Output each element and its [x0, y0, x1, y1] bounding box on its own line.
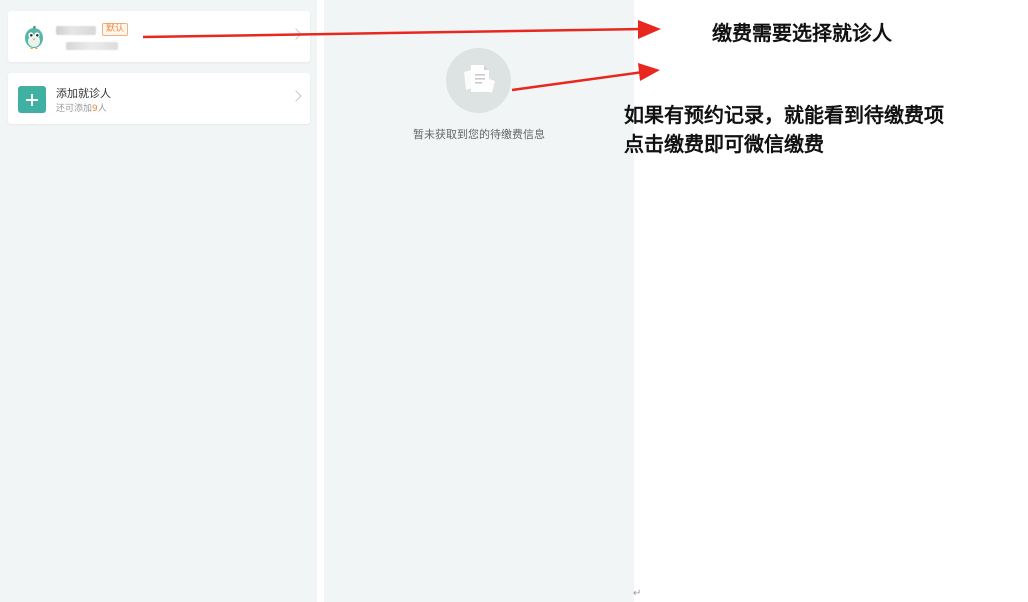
- document-icon: [464, 65, 495, 93]
- annotation-line-2: 点击缴费即可微信缴费: [624, 132, 824, 156]
- annotation-line-1: 如果有预约记录，就能看到待缴费项: [624, 103, 944, 127]
- empty-state-message: 暂未获取到您的待缴费信息: [413, 128, 545, 141]
- patient-id-redacted: [66, 42, 118, 50]
- plus-icon: [18, 86, 46, 113]
- annotation-select-patient: 缴费需要选择就诊人: [712, 21, 892, 45]
- add-patient-title: 添加就诊人: [56, 87, 111, 100]
- return-mark-icon: ↵: [633, 588, 642, 599]
- bird-mascot-icon: [25, 25, 43, 49]
- patient-name-redacted: [56, 26, 96, 35]
- patient-card[interactable]: 默认: [8, 11, 310, 62]
- add-patient-card[interactable]: 添加就诊人 还可添加9人: [8, 73, 310, 124]
- empty-state-illustration: [446, 48, 511, 113]
- annotation-payment-instructions: 如果有预约记录，就能看到待缴费项 点击缴费即可微信缴费: [624, 101, 1024, 159]
- chevron-right-icon: [290, 28, 302, 40]
- chevron-right-icon: [290, 90, 302, 102]
- patient-list-panel: 默认 添加就诊人 还可添加9人: [0, 0, 317, 602]
- default-badge: 默认: [102, 23, 129, 36]
- screen: 默认 添加就诊人 还可添加9人 暂未获取到您的待缴费信息 缴费需要选择就诊人 如…: [0, 0, 1028, 602]
- add-patient-remaining: 还可添加9人: [56, 104, 107, 114]
- pending-payment-panel: 暂未获取到您的待缴费信息: [324, 0, 634, 602]
